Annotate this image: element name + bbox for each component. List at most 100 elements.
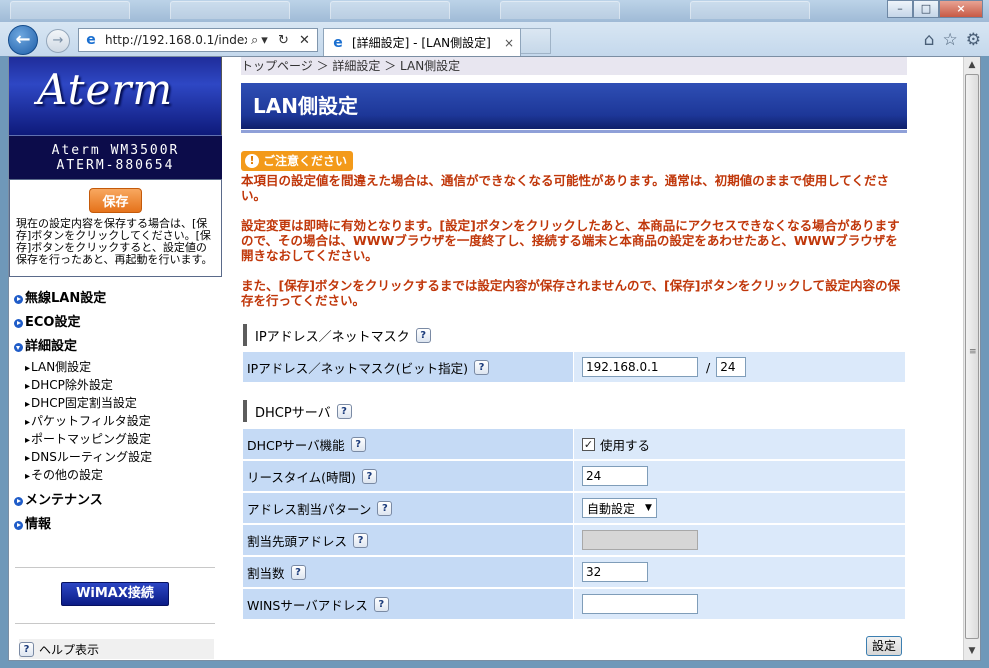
submenu-dhcp-fixed[interactable]: DHCP固定割当設定 [14,395,222,413]
help-icon[interactable]: ? [290,564,306,580]
home-icon[interactable]: ⌂ [924,30,935,50]
warning-paragraph: また、[保存]ボタンをクリックするまでは設定内容が保存されませんので、[保存]ボ… [241,278,901,308]
scrollbar-thumb[interactable]: ≡ [965,74,979,639]
set-button[interactable]: 設定 [866,636,902,656]
breadcrumb: トップページ ＞ 詳細設定 ＞ LAN側設定 [241,57,907,75]
field-value: 32 [574,557,905,587]
wins-address-row: WINSサーバアドレス ? [243,589,905,619]
background-window-tab [10,1,130,19]
start-address-row: 割当先頭アドレス ? [243,525,905,555]
dropdown-arrow-icon: ▼ [645,503,652,513]
bullet-arrow-icon [14,520,23,530]
menu-advanced[interactable]: 詳細設定 [14,335,222,359]
wins-address-input[interactable] [582,594,698,614]
menu-eco[interactable]: ECO設定 [14,311,222,335]
background-window-tab [170,1,290,19]
warning-text: 本項目の設定値を間違えた場合は、通信ができなくなる可能性があります。通常は、初期… [241,173,907,323]
dhcp-function-row: DHCPサーバ機能 ? ✓ 使用する [243,429,905,459]
tab-close-icon[interactable]: × [504,36,514,50]
menu-label: 無線LAN設定 [25,291,107,306]
help-icon[interactable]: ? [361,468,377,484]
assign-pattern-row: アドレス割当パターン ? 自動設定 ▼ [243,493,905,523]
wimax-connect-button[interactable]: WiMAX接続 [61,582,169,606]
background-window-tab [690,1,810,19]
label-text: リースタイム(時間) [247,469,356,485]
help-icon[interactable]: ? [473,359,489,375]
save-description: 現在の設定内容を保存する場合は、[保存]ボタンをクリックしてください。[保存]ボ… [16,217,213,266]
help-icon[interactable]: ? [350,436,366,452]
menu-maintenance[interactable]: メンテナンス [14,489,222,513]
help-display-link[interactable]: ? ヘルプ表示 [19,639,214,659]
label-text: IPアドレス／ネットマスク(ビット指定) [247,360,468,376]
menu-label: メンテナンス [25,493,103,508]
section-title: IPアドレス／ネットマスク [255,329,410,345]
vertical-scrollbar[interactable]: ▲ ≡ ▼ [963,57,980,660]
minimize-button[interactable]: – [887,0,913,18]
submenu-dns-routing[interactable]: DNSルーティング設定 [14,449,222,467]
address-tools[interactable]: ⌕▾ ↻ ✕ [251,33,313,48]
address-url[interactable]: http://192.168.0.1/index [105,33,247,47]
close-window-button[interactable]: × [939,0,983,18]
grip-icon: ≡ [969,347,977,357]
logo-area: Aterm [9,57,222,135]
field-label: DHCPサーバ機能 ? [243,429,573,459]
field-label: アドレス割当パターン ? [243,493,573,523]
label-text: WINSサーバアドレス [247,597,368,613]
assign-count-row: 割当数 ? 32 [243,557,905,587]
field-value: 192.168.0.1 / 24 [574,352,905,382]
field-value [574,525,905,555]
slash-separator: / [706,359,711,375]
label-text: アドレス割当パターン [247,501,372,517]
model-info: Aterm WM3500R ATERM-880654 [9,135,222,179]
help-icon[interactable]: ? [377,500,393,516]
menu-label: 情報 [25,517,52,532]
checkbox-label: 使用する [600,437,651,453]
back-arrow-icon[interactable]: ← [8,25,38,55]
help-icon[interactable]: ? [373,596,389,612]
dhcp-enable-checkbox[interactable]: ✓ [582,437,595,451]
favorites-star-icon[interactable]: ☆ [943,30,958,50]
help-icon[interactable]: ? [353,532,369,548]
menu-wireless-lan[interactable]: 無線LAN設定 [14,287,222,311]
warning-paragraph: 本項目の設定値を間違えた場合は、通信ができなくなる可能性があります。通常は、初期… [241,173,890,203]
help-icon: ? [19,641,34,657]
label-text: DHCPサーバ機能 [247,437,345,453]
help-icon[interactable]: ? [415,327,431,343]
main-content: トップページ ＞ 詳細設定 ＞ LAN側設定 LAN側設定 ! ご注意ください … [241,57,907,660]
submenu-dhcp-exclude[interactable]: DHCP除外設定 [14,377,222,395]
exclamation-icon: ! [245,154,259,168]
address-bar[interactable]: e http://192.168.0.1/index ⌕▾ ↻ ✕ [78,28,318,52]
field-value: ✓ 使用する [574,429,905,459]
aterm-logo: Aterm [37,65,174,114]
model-name: Aterm WM3500R [51,143,180,158]
ip-address-input[interactable]: 192.168.0.1 [582,357,698,377]
maximize-button[interactable]: □ [913,0,939,18]
bullet-arrow-icon [14,294,23,304]
netmask-bits-input[interactable]: 24 [716,357,747,377]
tab-title: [詳細設定] - [LAN側設定] [352,36,491,50]
label-text: 割当先頭アドレス [247,533,348,549]
new-tab-button[interactable] [521,28,551,54]
assign-pattern-select[interactable]: 自動設定 ▼ [582,498,657,518]
help-label: ヘルプ表示 [39,642,100,657]
lease-time-row: リースタイム(時間) ? 24 [243,461,905,491]
field-label: リースタイム(時間) ? [243,461,573,491]
settings-gear-icon[interactable]: ⚙ [966,30,981,50]
scroll-up-arrow-icon[interactable]: ▲ [964,57,980,74]
browser-tab-active[interactable]: e [詳細設定] - [LAN側設定] × [323,28,521,56]
forward-arrow-icon[interactable]: → [46,29,70,53]
help-icon[interactable]: ? [336,403,352,419]
lease-time-input[interactable]: 24 [582,466,648,486]
start-address-input [582,530,698,550]
scroll-down-arrow-icon[interactable]: ▼ [964,643,980,660]
submenu-lan[interactable]: LAN側設定 [14,359,222,377]
ip-netmask-row: IPアドレス／ネットマスク(ビット指定) ? 192.168.0.1 / 24 [243,352,905,382]
submenu-packet-filter[interactable]: パケットフィルタ設定 [14,413,222,431]
menu-info[interactable]: 情報 [14,513,222,537]
field-value: 自動設定 ▼ [574,493,905,523]
assign-count-input[interactable]: 32 [582,562,648,582]
submenu-port-mapping[interactable]: ポートマッピング設定 [14,431,222,449]
save-button[interactable]: 保存 [89,188,142,213]
submenu-other[interactable]: その他の設定 [14,467,222,485]
divider [15,623,215,624]
